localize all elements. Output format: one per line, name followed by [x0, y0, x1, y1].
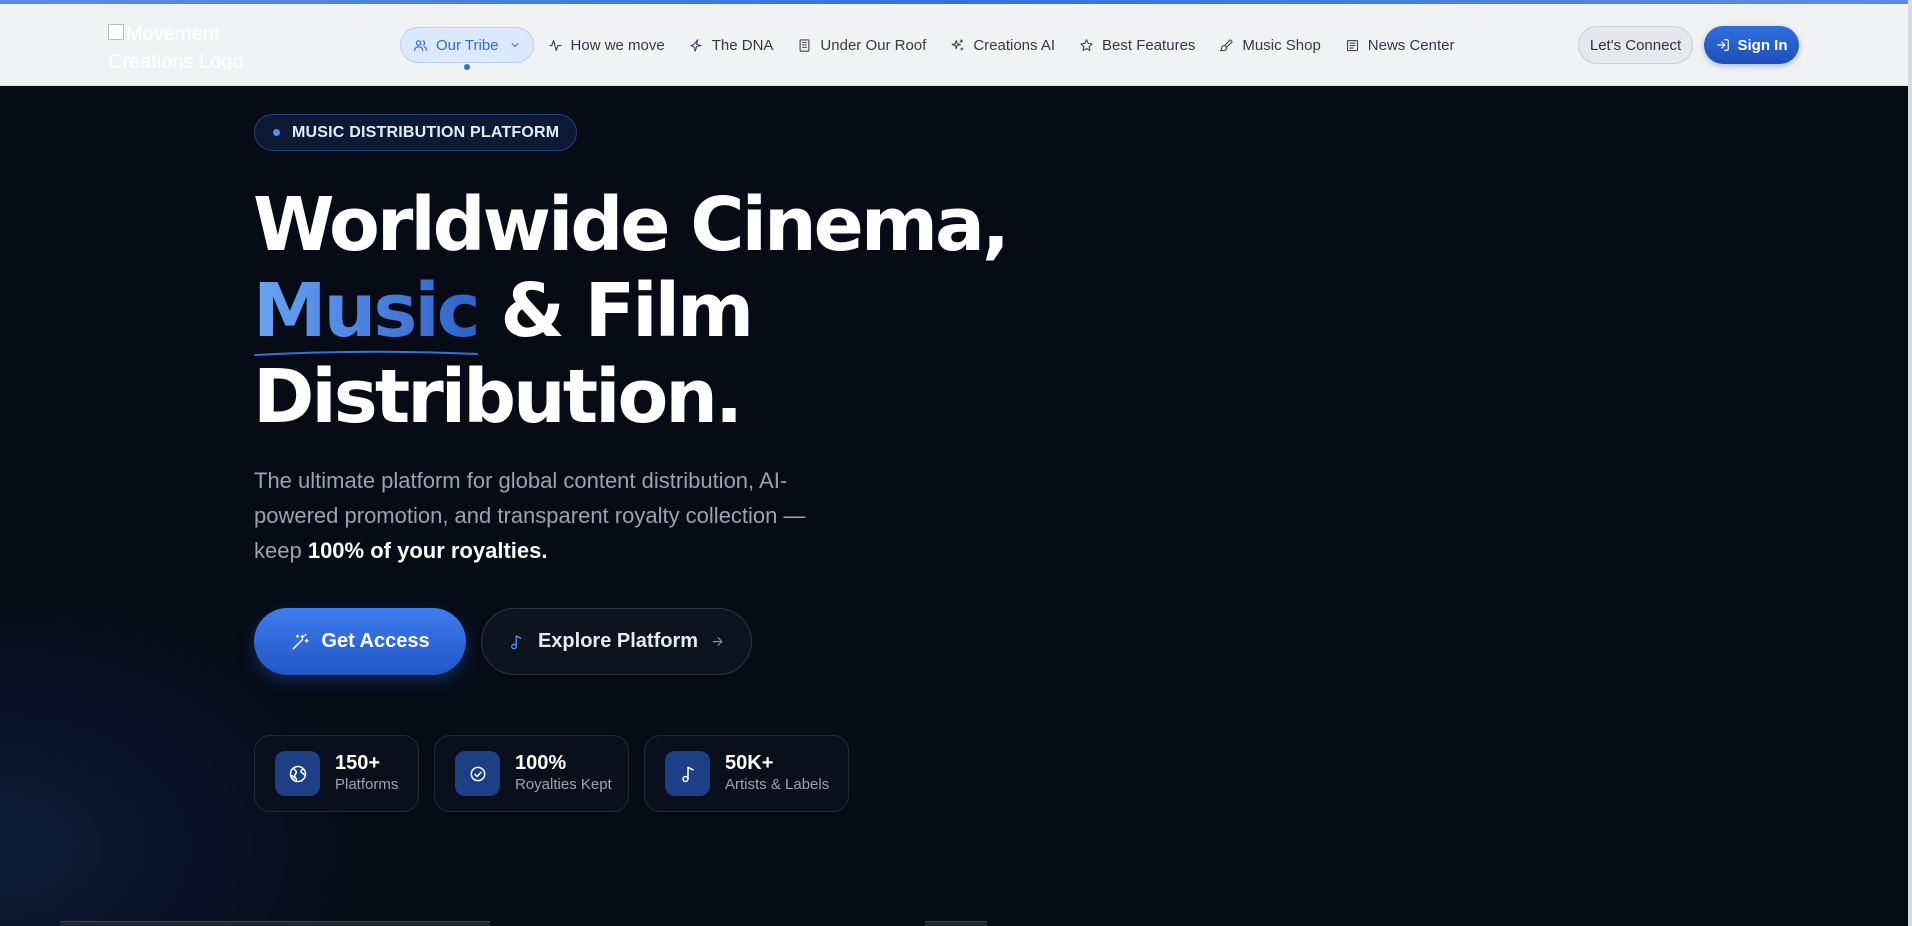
newspaper-icon [1346, 39, 1358, 51]
headline-line-3: Distribution. [253, 354, 743, 440]
stat-card-platforms: 150+ Platforms [254, 735, 419, 812]
stat-card-royalties: 100% Royalties Kept [434, 735, 629, 812]
headline-highlight: Music [253, 268, 481, 354]
nav-item-label: How we move [570, 36, 665, 54]
stat-icon-box [455, 751, 500, 796]
nav-item-best-features[interactable]: Best Features [1067, 27, 1207, 63]
nav-item-creations-ai[interactable]: Creations AI [938, 27, 1067, 63]
nav-item-label: Our Tribe [436, 36, 499, 54]
nav-item-label: News Center [1367, 36, 1455, 54]
sign-in-button[interactable]: Sign In [1704, 26, 1799, 64]
check-circle-icon [470, 766, 485, 781]
headline-line-2: & Film [477, 268, 754, 354]
stat-value: 50K+ [725, 752, 774, 774]
badge-label: MUSIC DISTRIBUTION PLATFORM [292, 123, 560, 141]
brush-icon [1220, 38, 1234, 51]
stat-card-artists: 50K+ Artists & Labels [644, 735, 849, 812]
nav-item-how-we-move[interactable]: How we move [536, 27, 677, 63]
globe-icon [289, 765, 306, 782]
stat-value: 100% [515, 752, 567, 774]
sparkle-icon [690, 38, 702, 52]
stars-icon [951, 38, 964, 50]
nav-item-our-tribe[interactable]: Our Tribe [400, 27, 534, 70]
category-badge: MUSIC DISTRIBUTION PLATFORM [254, 114, 578, 151]
bottom-panel-edge [925, 921, 987, 926]
stat-text: 150+ Platforms [335, 752, 398, 795]
stat-icon-box [275, 751, 320, 796]
stat-icon-box [665, 751, 710, 796]
get-access-button[interactable]: Get Access [254, 608, 466, 675]
lets-connect-button[interactable]: Let's Connect [1578, 26, 1693, 64]
navbar: Movement Creations Logo Our Tribe How we… [0, 4, 1912, 86]
brand-logo[interactable]: Movement Creations Logo [108, 20, 248, 70]
nav-item-label: Creations AI [973, 36, 1056, 54]
main-nav: Our Tribe How we move The DNA Under Our … [400, 27, 1467, 70]
star-icon [1080, 38, 1093, 51]
activity-icon [548, 39, 562, 51]
magic-wand-icon [292, 633, 310, 649]
hero-headline: Worldwide Cinema, Music & Film Distribut… [253, 182, 1073, 440]
stat-label: Royalties Kept [515, 776, 612, 793]
nav-item-the-dna[interactable]: The DNA [677, 27, 786, 63]
stat-text: 50K+ Artists & Labels [725, 752, 829, 795]
hero-subtitle: The ultimate platform for global content… [254, 463, 814, 568]
highlight-underline [254, 350, 478, 356]
badge-dot [273, 129, 280, 136]
nav-item-label: Music Shop [1242, 36, 1321, 54]
nav-item-label: Best Features [1102, 36, 1196, 54]
headline-line-1: Worldwide Cinema, [253, 182, 1010, 268]
arrow-right-icon [712, 637, 723, 646]
get-access-label: Get Access [321, 630, 430, 652]
nav-item-news-center[interactable]: News Center [1333, 27, 1467, 63]
users-icon [414, 39, 427, 51]
building-icon [799, 38, 810, 52]
nav-item-label: The DNA [711, 36, 774, 54]
stat-text: 100% Royalties Kept [515, 752, 612, 795]
stat-label: Platforms [335, 776, 399, 793]
sign-in-label: Sign In [1737, 36, 1788, 54]
music-note-icon [681, 766, 694, 782]
nav-item-music-shop[interactable]: Music Shop [1207, 27, 1332, 63]
broken-image-icon [108, 24, 124, 40]
explore-platform-button[interactable]: Explore Platform [481, 608, 752, 675]
logo-alt-text: Movement Creations Logo [108, 23, 244, 70]
stat-value: 150+ [335, 752, 381, 774]
stat-label: Artists & Labels [725, 776, 830, 793]
log-in-icon [1716, 39, 1729, 51]
nav-item-under-our-roof[interactable]: Under Our Roof [785, 27, 938, 63]
nav-item-label: Under Our Roof [820, 36, 927, 54]
chevron-down-icon [511, 43, 518, 47]
bottom-panel-edge [60, 921, 490, 926]
music-note-icon [511, 634, 522, 649]
subtitle-bold: 100% of your royalties. [307, 538, 548, 563]
active-indicator [463, 64, 470, 70]
scrollbar-track[interactable] [1908, 0, 1912, 926]
explore-platform-label: Explore Platform [537, 630, 699, 652]
